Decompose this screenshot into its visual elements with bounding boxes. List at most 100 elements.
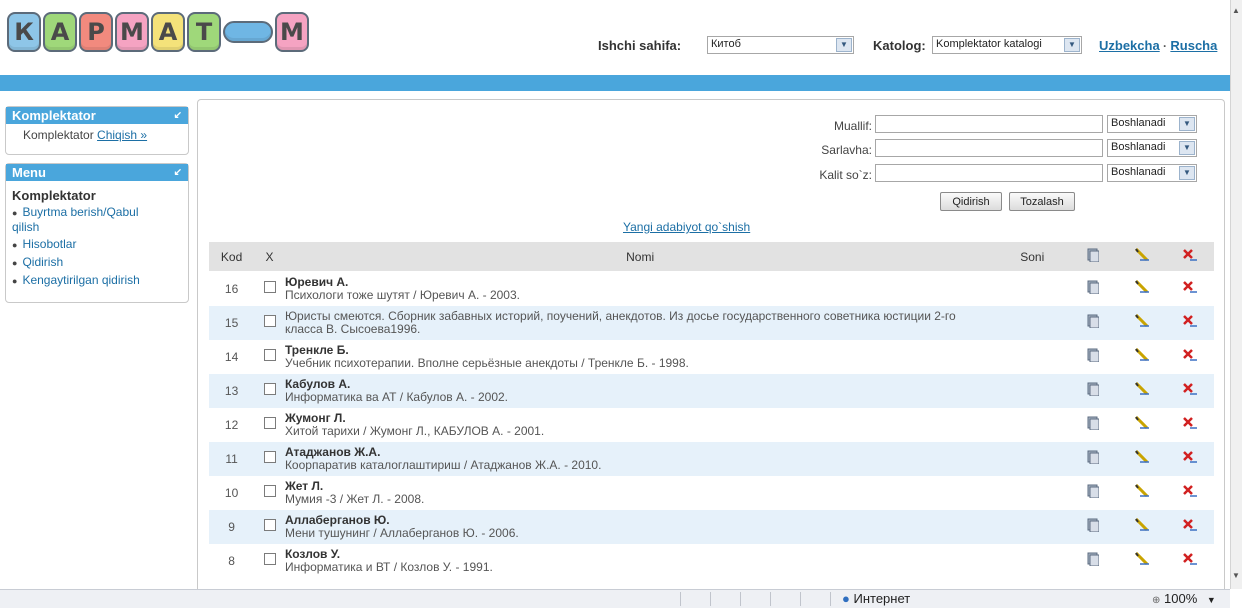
col-nomi[interactable]: Nomi	[284, 242, 996, 272]
logout-link[interactable]: Chiqish »	[97, 128, 147, 142]
edit-icon[interactable]	[1134, 381, 1150, 396]
row-checkbox[interactable]	[263, 281, 276, 294]
delete-icon[interactable]	[1182, 314, 1198, 328]
keyword-mode-select[interactable]: Boshlanadi ▼	[1107, 164, 1197, 182]
row-checkbox[interactable]	[263, 553, 276, 565]
row-checkbox[interactable]	[263, 485, 276, 497]
delete-icon[interactable]	[1182, 484, 1198, 498]
keyword-input[interactable]	[875, 164, 1103, 182]
col-soni[interactable]: Soni	[995, 242, 1070, 272]
search-button[interactable]: Qidirish	[940, 192, 1002, 211]
delete-icon[interactable]	[1182, 382, 1198, 396]
scroll-down-icon[interactable]: ▼	[1232, 571, 1241, 585]
status-divider	[710, 592, 711, 606]
row-delete-cell	[1166, 510, 1214, 544]
delete-icon[interactable]	[1182, 416, 1198, 430]
collapse-icon[interactable]: ↙	[174, 107, 182, 124]
edit-icon[interactable]	[1134, 517, 1150, 532]
edit-icon[interactable]	[1134, 313, 1150, 328]
zone-label: Интернет	[853, 591, 911, 606]
delete-icon[interactable]	[1182, 280, 1198, 294]
menu-item-reports[interactable]: ● Hisobotlar	[12, 237, 188, 252]
menu-item-advanced-search[interactable]: ● Kengaytirilgan qidirish	[12, 273, 188, 288]
delete-icon[interactable]	[1182, 552, 1198, 566]
table-row[interactable]: 14 Тренкле Б. Учебник психотерапии. Вполне…	[209, 340, 1214, 374]
col-kod[interactable]: Kod	[209, 242, 255, 272]
chevron-down-icon[interactable]: ▼	[836, 38, 852, 52]
chevron-down-icon[interactable]: ▼	[1207, 595, 1216, 605]
vertical-scrollbar[interactable]: ▲ ▼	[1230, 0, 1242, 589]
table-row[interactable]: 11 Атаджанов Ж.А. Коорпаратив каталоглашти…	[209, 441, 1214, 476]
delete-icon[interactable]	[1182, 450, 1198, 464]
keyword-label: Kalit so`z:	[819, 168, 872, 182]
collapse-icon[interactable]: ↙	[174, 164, 182, 181]
row-checkbox[interactable]	[263, 519, 276, 531]
edit-icon[interactable]	[1134, 280, 1150, 294]
workpage-select[interactable]: Китоб ▼	[707, 36, 854, 54]
menu-item-order[interactable]: ● Buyrtma berish/Qabul	[12, 205, 188, 220]
lang-russian-link[interactable]: Ruscha	[1170, 38, 1217, 53]
chevron-down-icon[interactable]: ▼	[1064, 38, 1080, 52]
title-label: Sarlavha:	[821, 143, 872, 157]
copy-icon[interactable]	[1087, 450, 1100, 465]
table-row[interactable]: 16 Юревич А. Психологи тоже шутят / Юревич…	[209, 272, 1214, 306]
table-row[interactable]: 15 Юристы смеются. Сборник забавных истор…	[209, 305, 1214, 340]
zoom-control[interactable]: ⊕ 100% ▼	[1152, 591, 1216, 606]
edit-icon[interactable]	[1134, 347, 1150, 362]
chevron-down-icon[interactable]: ▼	[1179, 141, 1195, 155]
edit-icon[interactable]	[1134, 449, 1150, 464]
edit-icon[interactable]	[1134, 551, 1150, 566]
row-soni	[995, 340, 1069, 374]
row-nomi: Жет Л. Мумия -3 / Жет Л. - 2008.	[285, 476, 995, 510]
author-mode-select[interactable]: Boshlanadi ▼	[1107, 115, 1197, 133]
title-input[interactable]	[875, 139, 1103, 157]
clear-button[interactable]: Tozalash	[1009, 192, 1075, 211]
copy-icon[interactable]	[1087, 518, 1100, 533]
author-input[interactable]	[875, 115, 1103, 133]
row-title: Мумия -3 / Жет Л. - 2008.	[284, 492, 425, 506]
row-copy-cell	[1069, 476, 1117, 510]
table-row[interactable]: 10 Жет Л. Мумия -3 / Жет Л. - 2008.	[209, 476, 1214, 510]
table-row[interactable]: 8 Козлов У. Информатика и ВТ / Козлов У. -…	[209, 544, 1214, 578]
table-row[interactable]: 12 Жумонг Л. Хитой тарихи / Жумонг Л., КАБ…	[209, 408, 1214, 442]
catalog-select[interactable]: Komplektator katalogi ▼	[932, 36, 1082, 54]
menu-item-order-cont[interactable]: qilish	[12, 220, 188, 234]
karmat-logo[interactable]: К А Р М А Т М	[7, 12, 309, 54]
edit-icon[interactable]	[1134, 483, 1150, 498]
row-checkbox[interactable]	[263, 349, 276, 361]
delete-icon[interactable]	[1182, 348, 1198, 362]
chevron-down-icon[interactable]: ▼	[1179, 117, 1195, 131]
row-checkbox[interactable]	[263, 383, 276, 395]
language-switch: Uzbekcha · Ruscha	[1099, 38, 1217, 53]
status-divider	[770, 592, 771, 606]
row-nomi: Атаджанов Ж.А. Коорпаратив каталоглаштири…	[285, 442, 995, 476]
add-literature-link[interactable]: Yangi adabiyot qo`shish	[623, 220, 750, 234]
edit-icon[interactable]	[1134, 415, 1150, 430]
row-nomi: Юревич А. Психологи тоже шутят / Юревич А…	[285, 272, 995, 306]
user-line: Komplektator Chiqish »	[6, 124, 188, 142]
logo-tile: А	[43, 12, 77, 52]
copy-icon[interactable]	[1087, 348, 1100, 363]
table-row[interactable]: 13 Кабулов А. Информатика ва АТ / Кабулов …	[209, 373, 1214, 408]
title-mode-select[interactable]: Boshlanadi ▼	[1107, 139, 1197, 157]
col-x[interactable]: X	[254, 242, 285, 272]
copy-icon[interactable]	[1087, 416, 1100, 431]
col-edit	[1117, 242, 1166, 272]
copy-icon[interactable]	[1087, 280, 1100, 295]
copy-icon[interactable]	[1087, 314, 1100, 329]
chevron-down-icon[interactable]: ▼	[1179, 166, 1195, 180]
row-copy-cell	[1069, 510, 1117, 544]
delete-icon[interactable]	[1182, 518, 1198, 532]
row-checkbox[interactable]	[263, 451, 276, 463]
table-row[interactable]: 9 Аллаберганов Ю. Мени тушунинг / Аллаберг…	[209, 509, 1214, 544]
copy-icon[interactable]	[1087, 484, 1100, 499]
copy-icon[interactable]	[1087, 382, 1100, 397]
scroll-up-icon[interactable]: ▲	[1232, 6, 1241, 20]
copy-icon[interactable]	[1087, 552, 1100, 567]
row-checkbox[interactable]	[263, 315, 276, 327]
menu-item-search[interactable]: ● Qidirish	[12, 255, 188, 270]
row-author: Юревич А.	[284, 275, 349, 290]
row-soni	[995, 306, 1069, 340]
lang-uzbek-link[interactable]: Uzbekcha	[1099, 38, 1160, 53]
row-checkbox[interactable]	[263, 417, 276, 429]
